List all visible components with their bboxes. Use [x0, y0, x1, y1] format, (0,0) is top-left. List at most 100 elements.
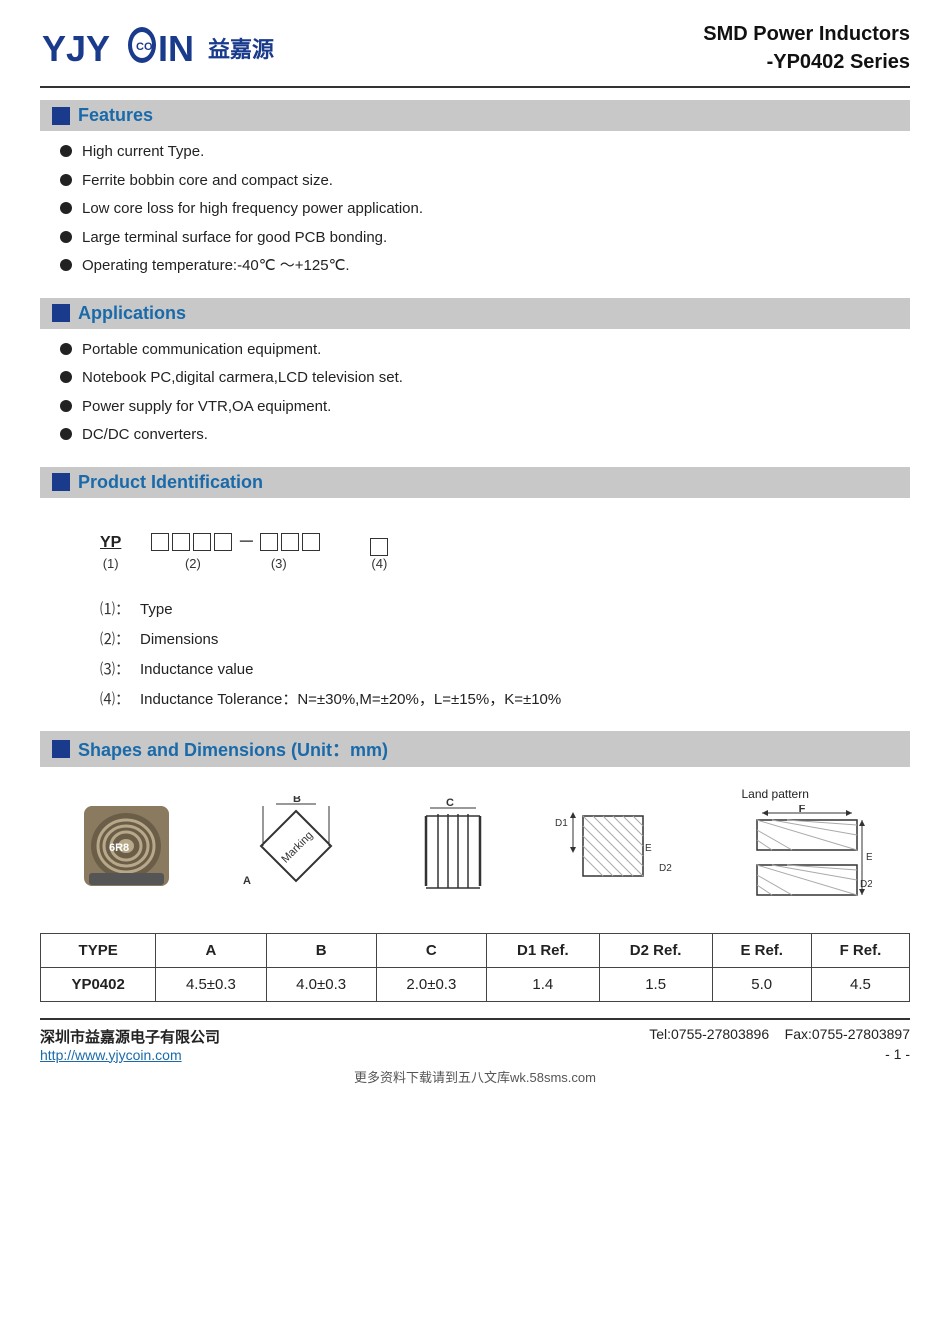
applications-square-icon	[52, 304, 70, 322]
bullet-icon	[60, 428, 72, 440]
pid-part2-boxes: －	[151, 528, 320, 556]
diamond-shape: B A Marking	[241, 796, 351, 896]
list-item: DC/DC converters.	[60, 424, 910, 447]
pid-box	[151, 533, 169, 551]
pid-exp-row-1: ⑴： Type	[100, 595, 880, 625]
product-id-square-icon	[52, 473, 70, 491]
pid-part-4: (4)	[370, 538, 388, 571]
land-pattern-container: Land pattern F	[742, 787, 872, 905]
table-header-e: E Ref.	[712, 933, 811, 967]
table-cell-e: 5.0	[712, 967, 811, 1001]
table-header-b: B	[266, 933, 376, 967]
list-item: Operating temperature:-40℃ ～+125℃.	[60, 255, 910, 278]
shapes-images: 6R8 B A Marking	[40, 777, 910, 925]
applications-list: Portable communication equipment. Notebo…	[40, 339, 910, 461]
svg-text:IN: IN	[158, 28, 194, 69]
svg-text:YJY: YJY	[42, 28, 110, 69]
footer-right: Tel:0755-27803896 Fax:0755-27803897 - 1 …	[649, 1026, 910, 1062]
list-item: Large terminal surface for good PCB bond…	[60, 227, 910, 250]
product-id-section-header: Product Identification	[40, 467, 910, 498]
table-header-d2: D2 Ref.	[599, 933, 712, 967]
bullet-icon	[60, 231, 72, 243]
features-title: Features	[78, 105, 153, 126]
list-item: Power supply for VTR,OA equipment.	[60, 396, 910, 419]
pid-explanations: ⑴： Type ⑵： Dimensions ⑶： Inductance valu…	[40, 585, 910, 725]
pid-exp-row-2: ⑵： Dimensions	[100, 625, 880, 655]
bullet-icon	[60, 371, 72, 383]
diamond-svg: B A Marking	[241, 796, 351, 896]
pid-parts-row: YP (1) － (2) (3) (	[100, 528, 880, 571]
applications-section-header: Applications	[40, 298, 910, 329]
bullet-icon	[60, 202, 72, 214]
table-cell-c: 2.0±0.3	[376, 967, 486, 1001]
land-pattern-svg: F E D2	[742, 805, 872, 905]
svg-text:E: E	[645, 843, 652, 854]
pid-box	[193, 533, 211, 551]
list-item: Ferrite bobbin core and compact size.	[60, 170, 910, 193]
table-cell-a: 4.5±0.3	[156, 967, 266, 1001]
logo-icon: YJY CO IN	[40, 23, 200, 73]
fax: Fax:0755-27803897	[785, 1026, 910, 1042]
list-item: Low core loss for high frequency power a…	[60, 198, 910, 221]
pid-exp-row-4: ⑷： Inductance Tolerance：N=±30%,M=±20%，L=…	[100, 685, 880, 715]
table-header-f: F Ref.	[811, 933, 909, 967]
shapes-square-icon	[52, 740, 70, 758]
pid-part3-num: (3)	[271, 556, 287, 571]
pid-part-1: YP (1)	[100, 534, 121, 571]
pid-box	[370, 538, 388, 556]
coil-photo: 6R8	[79, 801, 174, 891]
svg-text:F: F	[798, 805, 805, 815]
bullet-icon	[60, 343, 72, 355]
side-view: D1 E D2	[555, 796, 675, 896]
footer-left: 深圳市益嘉源电子有限公司 http://www.yjycoin.com	[40, 1026, 220, 1063]
table-header-a: A	[156, 933, 266, 967]
pid-dash: －	[237, 528, 255, 554]
pid-exp-row-3: ⑶： Inductance value	[100, 655, 880, 685]
shapes-title: Shapes and Dimensions (Unit：mm)	[78, 736, 388, 762]
applications-title: Applications	[78, 303, 186, 324]
list-item: Notebook PC,digital carmera,LCD televisi…	[60, 367, 910, 390]
pid-box	[260, 533, 278, 551]
svg-text:6R8: 6R8	[109, 842, 129, 854]
table-header-row: TYPE A B C D1 Ref. D2 Ref. E Ref. F Ref.	[41, 933, 910, 967]
bullet-icon	[60, 259, 72, 271]
table-cell-d2: 1.5	[599, 967, 712, 1001]
table-header-type: TYPE	[41, 933, 156, 967]
footer-contact: Tel:0755-27803896 Fax:0755-27803897	[649, 1026, 910, 1042]
product-id-title: Product Identification	[78, 472, 263, 493]
pid-box	[172, 533, 190, 551]
component-svg: C	[418, 796, 488, 896]
bullet-icon	[60, 400, 72, 412]
dimensions-table: TYPE A B C D1 Ref. D2 Ref. E Ref. F Ref.…	[40, 933, 910, 1002]
svg-text:CO: CO	[136, 41, 153, 53]
page-header: YJY CO IN 益嘉源 SMD Power Inductors -YP040…	[40, 20, 910, 88]
pid-part4-boxes	[370, 538, 388, 556]
pid-box	[214, 533, 232, 551]
svg-text:D1: D1	[555, 818, 568, 829]
svg-text:C: C	[446, 797, 454, 809]
bullet-icon	[60, 145, 72, 157]
features-square-icon	[52, 107, 70, 125]
logo-area: YJY CO IN 益嘉源	[40, 23, 274, 73]
pid-box	[281, 533, 299, 551]
company-name: 深圳市益嘉源电子有限公司	[40, 1026, 220, 1047]
website-link[interactable]: http://www.yjycoin.com	[40, 1047, 220, 1063]
table-cell-b: 4.0±0.3	[266, 967, 376, 1001]
tel: Tel:0755-27803896	[649, 1026, 769, 1042]
svg-text:E: E	[866, 852, 872, 863]
bullet-icon	[60, 174, 72, 186]
table-cell-f: 4.5	[811, 967, 909, 1001]
table-header-c: C	[376, 933, 486, 967]
side-view-svg: D1 E D2	[555, 796, 675, 896]
pid-part1-num: (1)	[103, 556, 119, 571]
table-row: YP0402 4.5±0.3 4.0±0.3 2.0±0.3 1.4 1.5 5…	[41, 967, 910, 1001]
pid-box	[302, 533, 320, 551]
land-pattern-label: Land pattern	[742, 787, 809, 801]
table-cell-d1: 1.4	[486, 967, 599, 1001]
page-number: - 1 -	[649, 1046, 910, 1062]
features-list: High current Type. Ferrite bobbin core a…	[40, 141, 910, 292]
component-shape: C	[418, 796, 488, 896]
table-cell-type: YP0402	[41, 967, 156, 1001]
list-item: High current Type.	[60, 141, 910, 164]
svg-text:D2: D2	[860, 879, 872, 890]
